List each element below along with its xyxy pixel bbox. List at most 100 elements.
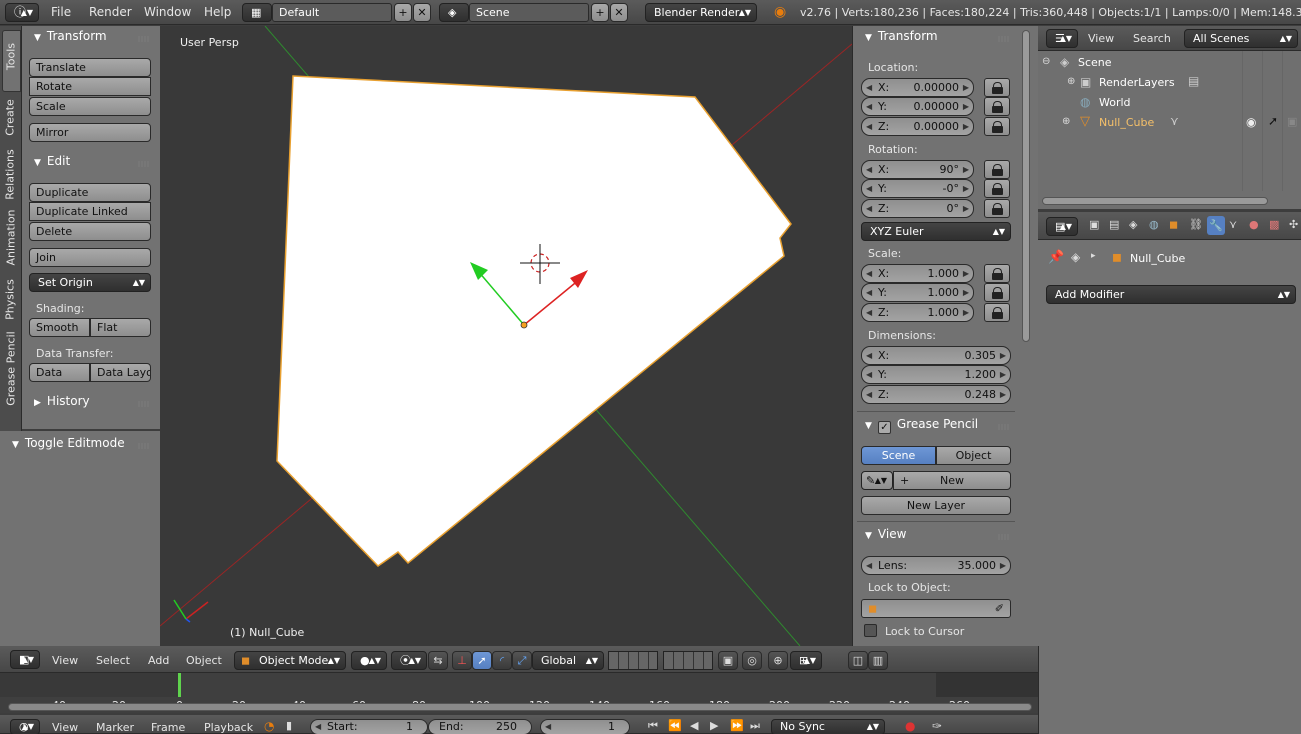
lock-location-y-icon[interactable] <box>984 97 1010 116</box>
panel-grip-icon[interactable] <box>998 424 1010 430</box>
rotate-button[interactable]: Rotate <box>29 77 151 96</box>
visibility-eye-icon[interactable]: ◉ <box>1246 115 1256 129</box>
outliner-item-null-cube[interactable]: Null_Cube <box>1099 116 1154 129</box>
editor-type-info-button[interactable]: ⓘ ▲▼ <box>5 3 39 22</box>
lock-rotation-z-icon[interactable] <box>984 199 1010 218</box>
play-icon[interactable]: ▶ <box>710 719 718 732</box>
play-reverse-icon[interactable]: ◀ <box>690 719 698 732</box>
lock-scale-z-icon[interactable] <box>984 303 1010 322</box>
object-tab-icon[interactable]: ◼ <box>1169 218 1178 231</box>
rotate-manipulator-button[interactable]: ◜ <box>492 651 512 670</box>
view3d-menu-select[interactable]: Select <box>96 654 130 667</box>
menu-window[interactable]: Window <box>144 5 191 19</box>
tab-animation[interactable]: Animation <box>5 206 18 270</box>
transform-tools-header[interactable]: ▼ Transform <box>34 29 107 43</box>
timeline-editor-type-button[interactable]: ◷ ▲▼ <box>10 719 40 734</box>
jump-keyframe-forward-icon[interactable]: ⏩ <box>730 719 744 732</box>
render-tab-icon[interactable]: ▣ <box>1089 218 1099 231</box>
timeline-scrollbar[interactable] <box>8 703 1032 711</box>
scale-button[interactable]: Scale <box>29 97 151 116</box>
join-button[interactable]: Join <box>29 248 151 267</box>
modifiers-tab-icon[interactable]: 🔧 <box>1207 216 1225 235</box>
menu-help[interactable]: Help <box>204 5 231 19</box>
lock-to-cursor-checkbox[interactable] <box>864 624 877 637</box>
gp-datablock-dropdown[interactable]: ✎ ▲▼ <box>861 471 893 490</box>
lock-rotation-x-icon[interactable] <box>984 160 1010 179</box>
scale-y-field[interactable]: ◀ Y: 1.000 ▶ <box>861 283 974 302</box>
duplicate-linked-button[interactable]: Duplicate Linked <box>29 202 151 221</box>
keying-set-icon[interactable]: ✑ <box>932 719 942 733</box>
proportional-edit-button[interactable]: ◎ <box>742 651 762 670</box>
pivot-point-dropdown[interactable]: ⦿ ▲▼ <box>391 651 427 670</box>
constraints-tab-icon[interactable]: ⛓ <box>1189 218 1203 231</box>
view-panel-header[interactable]: ▼ View <box>865 527 906 541</box>
lock-scale-x-icon[interactable] <box>984 264 1010 283</box>
sync-mode-dropdown[interactable]: No Sync ▲▼ <box>771 719 885 734</box>
panel-grip-icon[interactable] <box>998 36 1010 42</box>
outliner-editor-type-button[interactable]: ☰ ▲▼ <box>1046 29 1078 48</box>
layers-grid-1[interactable] <box>608 651 658 670</box>
particles-tab-icon[interactable]: ✣ <box>1289 218 1298 231</box>
move-manipulator-button[interactable]: ➚ <box>472 651 492 670</box>
outliner-item-scene[interactable]: Scene <box>1078 56 1112 69</box>
menu-render[interactable]: Render <box>89 5 132 19</box>
gp-scene-button[interactable]: Scene <box>861 446 936 465</box>
view3d-menu-object[interactable]: Object <box>186 654 222 667</box>
layout-name-field[interactable]: Default <box>272 3 392 22</box>
outliner-item-renderlayers[interactable]: RenderLayers <box>1099 76 1175 89</box>
lock-to-object-field[interactable]: ◼ ✐ <box>861 599 1011 618</box>
pin-icon[interactable]: 📌 <box>1048 250 1064 265</box>
manipulator-toggle-button[interactable]: ⇆ <box>428 651 448 670</box>
tab-create[interactable]: Create <box>4 93 17 143</box>
scene-name-field[interactable]: Scene <box>469 3 589 22</box>
timeline-menu-frame[interactable]: Frame <box>151 721 185 734</box>
eyedropper-icon[interactable]: ✐ <box>995 600 1004 617</box>
rotation-y-field[interactable]: ◀ Y: -0° ▶ <box>861 179 974 198</box>
lock-range-icon[interactable]: ▮ <box>286 719 292 732</box>
outliner-display-mode-dropdown[interactable]: All Scenes ▲▼ <box>1184 29 1298 48</box>
rotation-z-field[interactable]: ◀ Z: 0° ▶ <box>861 199 974 218</box>
selectability-cursor-icon[interactable]: ➚ <box>1268 114 1278 128</box>
scene-tab-icon[interactable]: ◈ <box>1129 218 1137 231</box>
add-scene-button[interactable]: + <box>591 3 609 22</box>
expand-renderlayers-icon[interactable]: ⊕ <box>1067 76 1075 87</box>
gp-object-button[interactable]: Object <box>936 446 1011 465</box>
dimensions-y-field[interactable]: ◀ Y: 1.200 ▶ <box>861 365 1011 384</box>
texture-tab-icon[interactable]: ▩ <box>1269 218 1279 231</box>
mirror-button[interactable]: Mirror <box>29 123 151 142</box>
view3d-menu-add[interactable]: Add <box>148 654 169 667</box>
remove-scene-button[interactable]: ✕ <box>610 3 628 22</box>
lock-layers-button[interactable]: ▣ <box>718 651 738 670</box>
set-origin-dropdown[interactable]: Set Origin ▲▼ <box>29 273 151 292</box>
toggle-editmode-header[interactable]: ▼ Toggle Editmode <box>12 436 125 450</box>
tab-grease-pencil[interactable]: Grease Pencil <box>5 326 18 412</box>
translate-button[interactable]: Translate <box>29 58 151 77</box>
layers-grid-2[interactable] <box>663 651 713 670</box>
panel-grip-icon[interactable] <box>998 534 1010 540</box>
tab-relations[interactable]: Relations <box>4 145 17 205</box>
add-layout-button[interactable]: + <box>394 3 412 22</box>
render-layers-tab-icon[interactable]: ▤ <box>1109 218 1119 231</box>
snap-element-dropdown[interactable]: ⊞ ▲▼ <box>790 651 822 670</box>
history-panel-header[interactable]: ▶ History <box>34 394 90 408</box>
lens-field[interactable]: ◀ Lens: 35.000 ▶ <box>861 556 1011 575</box>
data-tab-icon[interactable]: ⋎ <box>1229 218 1237 231</box>
scale-manipulator-button[interactable]: ⤢ <box>512 651 532 670</box>
dimensions-z-field[interactable]: ◀ Z: 0.248 ▶ <box>861 385 1011 404</box>
interaction-mode-dropdown[interactable]: ◼ Object Mode ▲▼ <box>234 651 346 670</box>
lock-location-x-icon[interactable] <box>984 78 1010 97</box>
location-y-field[interactable]: ◀ Y: 0.00000 ▶ <box>861 97 974 116</box>
end-frame-field[interactable]: End: 250 <box>428 719 532 734</box>
data-layout-button[interactable]: Data Layo <box>90 363 151 382</box>
world-tab-icon[interactable]: ◍ <box>1149 218 1159 231</box>
expand-null-cube-icon[interactable]: ⊕ <box>1062 116 1070 127</box>
panel-grip-icon[interactable] <box>138 443 150 449</box>
outliner-item-world[interactable]: World <box>1099 96 1131 109</box>
snap-toggle-button[interactable]: ⊕ <box>768 651 788 670</box>
dimensions-x-field[interactable]: ◀ X: 0.305 ▶ <box>861 346 1011 365</box>
collapse-scene-icon[interactable]: ⊖ <box>1042 56 1050 67</box>
smooth-button[interactable]: Smooth <box>29 318 90 337</box>
timeline-menu-playback[interactable]: Playback <box>204 721 253 734</box>
opengl-render-image-button[interactable]: ◫ <box>848 651 868 670</box>
transform-orientation-dropdown[interactable]: Global ▲▼ <box>532 651 604 670</box>
